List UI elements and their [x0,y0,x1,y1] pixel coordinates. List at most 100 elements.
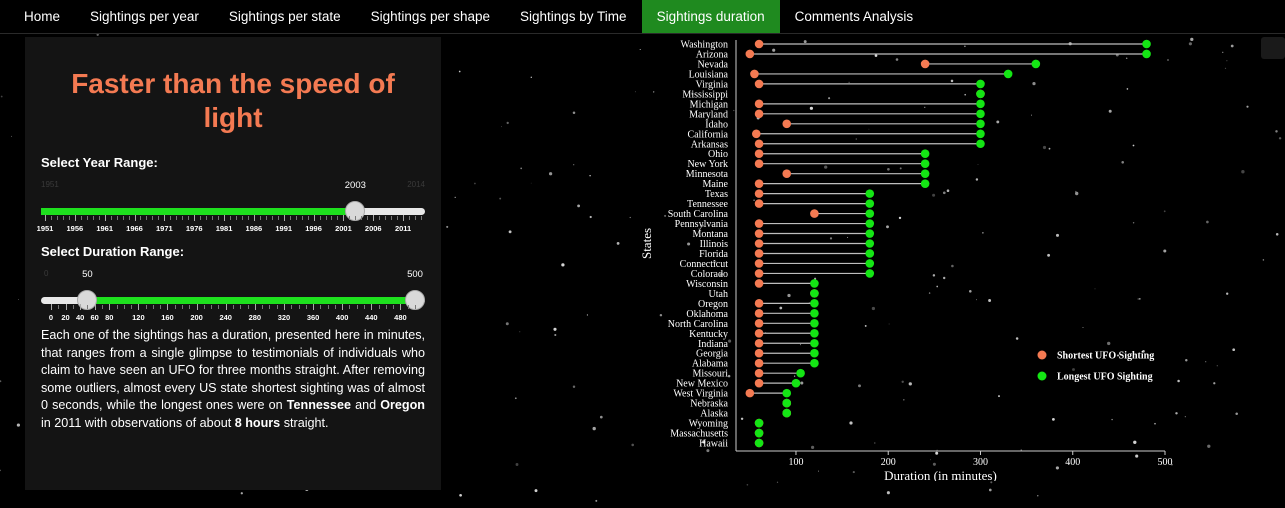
longest-sighting-point[interactable] [810,319,819,328]
shortest-sighting-point[interactable] [754,219,764,228]
star [514,397,517,400]
longest-sighting-point[interactable] [754,418,764,428]
longest-sighting-point[interactable] [976,139,985,149]
longest-sighting-point[interactable] [865,229,875,238]
shortest-sighting-point[interactable] [754,249,764,258]
shortest-sighting-point[interactable] [754,179,764,188]
slider-major-tick [74,215,76,221]
shortest-sighting-point[interactable] [754,139,764,149]
longest-sighting-point[interactable] [1003,69,1013,79]
shortest-sighting-point[interactable] [754,378,764,388]
slider-tick-label: 1971 [156,224,173,233]
longest-sighting-point[interactable] [810,279,819,288]
shortest-sighting-point[interactable] [782,169,792,178]
longest-sighting-point[interactable] [796,368,805,378]
longest-sighting-point[interactable] [810,328,819,338]
shortest-sighting-point[interactable] [782,119,792,129]
longest-sighting-point[interactable] [782,398,792,408]
shortest-sighting-point[interactable] [754,99,764,109]
shortest-sighting-point[interactable] [745,388,755,398]
shortest-sighting-point[interactable] [754,109,764,119]
shortest-sighting-point[interactable] [754,368,764,378]
tab-comments-analysis[interactable]: Comments Analysis [780,0,929,33]
shortest-sighting-point[interactable] [754,319,764,328]
longest-sighting-point[interactable] [976,99,985,109]
longest-sighting-point[interactable] [810,309,819,318]
longest-sighting-point[interactable] [791,378,801,388]
shortest-sighting-point[interactable] [754,259,764,268]
longest-sighting-point[interactable] [920,149,930,159]
shortest-sighting-point[interactable] [920,59,930,69]
longest-sighting-point[interactable] [1031,59,1041,69]
slider-minor-tick [295,216,297,220]
longest-sighting-point[interactable] [1142,39,1151,49]
longest-sighting-point[interactable] [865,259,875,268]
shortest-sighting-point[interactable] [754,199,764,208]
tab-sightings-per-shape[interactable]: Sightings per shape [356,0,505,33]
longest-sighting-point[interactable] [920,179,930,188]
tab-home[interactable]: Home [0,0,75,33]
longest-sighting-point[interactable] [865,219,875,228]
shortest-sighting-point[interactable] [754,309,764,318]
slider-minor-tick [235,216,237,220]
slider-minor-tick [92,216,94,220]
shortest-sighting-point[interactable] [754,239,764,248]
longest-sighting-point[interactable] [976,119,985,129]
longest-sighting-point[interactable] [810,358,819,368]
slider-minor-tick [356,305,358,309]
slider-minor-tick [291,305,293,309]
shortest-sighting-point[interactable] [754,338,764,348]
shortest-sighting-point[interactable] [754,328,764,338]
shortest-sighting-point[interactable] [754,159,764,168]
shortest-sighting-point[interactable] [754,279,764,288]
longest-sighting-point[interactable] [1142,49,1151,59]
slider-minor-tick [364,305,366,309]
longest-sighting-point[interactable] [865,209,875,218]
shortest-sighting-point[interactable] [810,209,819,218]
longest-sighting-point[interactable] [810,299,819,308]
longest-sighting-point[interactable] [920,169,930,178]
tab-sightings-per-state[interactable]: Sightings per state [214,0,356,33]
star [1205,361,1207,363]
corner-button[interactable] [1261,37,1285,59]
tab-sightings-duration[interactable]: Sightings duration [641,0,780,33]
slider-tick-label: 120 [132,313,145,322]
tab-sightings-per-year[interactable]: Sightings per year [75,0,214,33]
star [534,489,538,493]
shortest-sighting-point[interactable] [754,79,764,89]
longest-sighting-point[interactable] [865,239,875,248]
duration-range-slider[interactable]: 0 50 500 0 20 40 60 80 120 160 200 240 280 320 360 4… [41,259,425,322]
longest-sighting-point[interactable] [920,159,930,168]
shortest-sighting-point[interactable] [745,49,755,59]
longest-sighting-point[interactable] [782,408,792,418]
longest-sighting-point[interactable] [976,89,985,99]
shortest-sighting-point[interactable] [754,299,764,308]
shortest-sighting-point[interactable] [754,358,764,368]
shortest-sighting-point[interactable] [754,269,764,278]
longest-sighting-point[interactable] [810,338,819,348]
longest-sighting-point[interactable] [976,79,985,89]
longest-sighting-point[interactable] [865,269,875,278]
shortest-sighting-point[interactable] [751,129,761,139]
longest-sighting-point[interactable] [865,249,875,258]
longest-sighting-point[interactable] [865,189,875,198]
shortest-sighting-point[interactable] [754,149,764,159]
longest-sighting-point[interactable] [865,199,875,208]
star [586,314,588,316]
shortest-sighting-point[interactable] [754,189,764,198]
longest-sighting-point[interactable] [976,129,985,139]
tab-sightings-by-time[interactable]: Sightings by Time [505,0,642,33]
longest-sighting-point[interactable] [810,348,819,358]
longest-sighting-point[interactable] [754,428,764,438]
longest-sighting-point[interactable] [976,109,985,119]
longest-sighting-point[interactable] [810,289,819,298]
longest-sighting-point[interactable] [754,438,764,448]
shortest-sighting-point[interactable] [754,348,764,358]
slider-major-tick [400,304,402,310]
longest-sighting-point[interactable] [782,388,792,398]
shortest-sighting-point[interactable] [754,229,764,238]
year-range-slider[interactable]: 1951 2014 2003 1951 1956 1961 1966 1971 1976 1… [37,170,425,233]
shortest-sighting-point[interactable] [750,69,759,79]
shortest-sighting-point[interactable] [754,39,764,49]
slider-tick-label: 1981 [215,224,233,233]
